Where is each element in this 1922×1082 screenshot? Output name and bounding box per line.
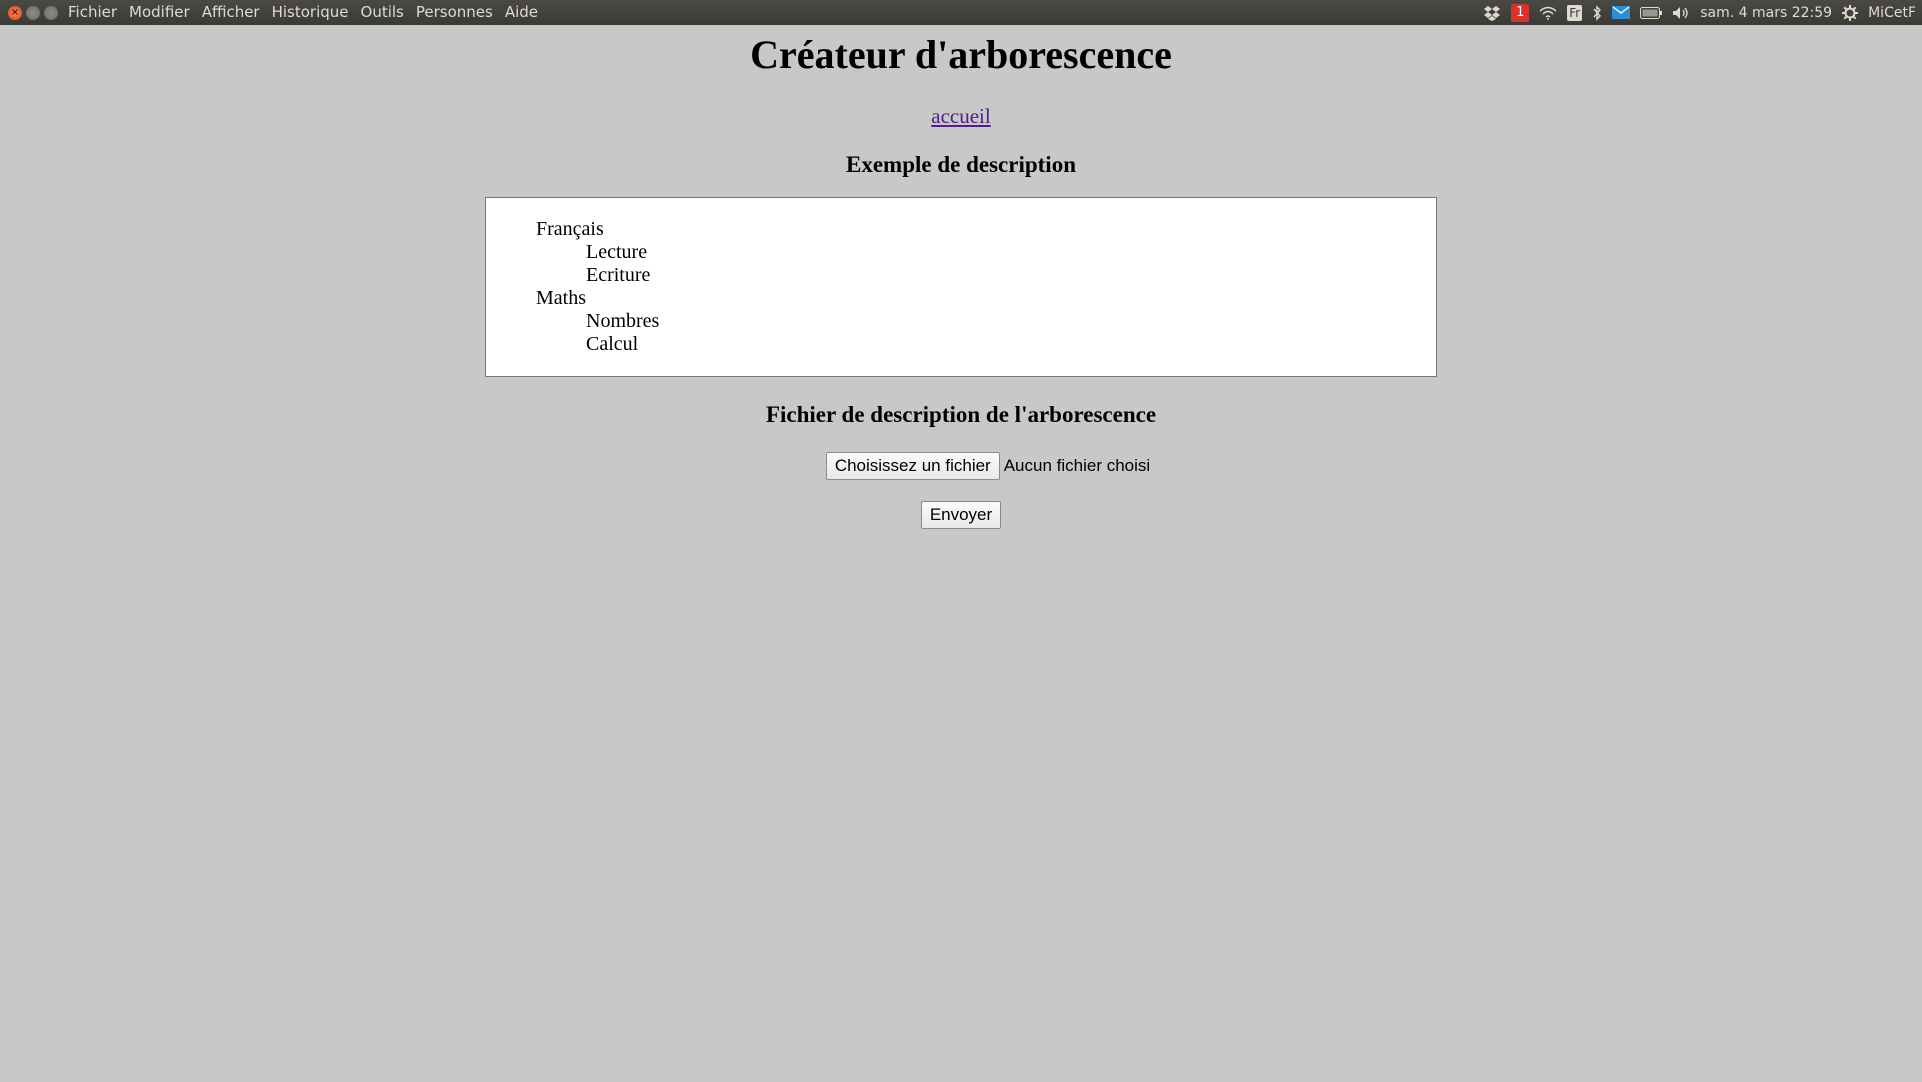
tree-item: Français bbox=[536, 218, 604, 240]
window-controls: × bbox=[0, 5, 62, 20]
clock[interactable]: sam. 4 mars 22:59 bbox=[1700, 5, 1832, 21]
submit-button[interactable]: Envoyer bbox=[920, 501, 1002, 529]
tree-item: Lecture bbox=[586, 241, 648, 263]
tree-item: Maths bbox=[536, 287, 586, 309]
choose-file-button[interactable]: Choisissez un fichier bbox=[825, 452, 1000, 480]
example-description-box: Français Lecture Ecriture Maths Nombres … bbox=[485, 197, 1437, 377]
mail-icon[interactable] bbox=[1612, 4, 1631, 22]
system-tray: 1 Fr sam. 4 mars 22:59 MiCetF bbox=[1483, 0, 1922, 25]
example-heading: Exemple de description bbox=[846, 152, 1076, 177]
wifi-icon[interactable] bbox=[1539, 4, 1557, 22]
menu-aide[interactable]: Aide bbox=[499, 0, 544, 25]
page-content: Créateur d'arborescence accueil Exemple … bbox=[0, 25, 1922, 529]
file-section-heading: Fichier de description de l'arborescence bbox=[765, 402, 1157, 427]
minimize-window-button[interactable] bbox=[26, 5, 40, 20]
page-title: Créateur d'arborescence bbox=[750, 32, 1172, 77]
battery-icon[interactable] bbox=[1640, 4, 1663, 22]
dropbox-icon[interactable] bbox=[1483, 4, 1501, 22]
menu-personnes[interactable]: Personnes bbox=[410, 0, 499, 25]
home-link[interactable]: accueil bbox=[931, 103, 990, 129]
file-input: Choisissez un fichier Aucun fichier choi… bbox=[0, 452, 1922, 480]
close-window-button[interactable]: × bbox=[8, 5, 22, 20]
volume-icon[interactable] bbox=[1672, 4, 1690, 22]
maximize-window-button[interactable] bbox=[44, 5, 58, 20]
tree-item: Calcul bbox=[586, 333, 639, 355]
app-menu: Fichier Modifier Afficher Historique Out… bbox=[62, 0, 544, 25]
file-status-text: Aucun fichier choisi bbox=[1003, 456, 1151, 475]
menu-modifier[interactable]: Modifier bbox=[123, 0, 196, 25]
menu-afficher[interactable]: Afficher bbox=[196, 0, 266, 25]
tree-item: Ecriture bbox=[586, 264, 651, 286]
bluetooth-icon[interactable] bbox=[1592, 4, 1602, 22]
menu-fichier[interactable]: Fichier bbox=[62, 0, 123, 25]
menu-historique[interactable]: Historique bbox=[266, 0, 355, 25]
submit-row: Envoyer bbox=[0, 501, 1922, 529]
user-name[interactable]: MiCetF bbox=[1868, 5, 1916, 21]
notification-badge[interactable]: 1 bbox=[1511, 3, 1530, 22]
keyboard-layout-indicator[interactable]: Fr bbox=[1567, 4, 1583, 21]
tree-item: Nombres bbox=[586, 310, 660, 332]
gear-icon[interactable] bbox=[1842, 4, 1859, 22]
top-menu-bar: × Fichier Modifier Afficher Historique O… bbox=[0, 0, 1922, 25]
menu-outils[interactable]: Outils bbox=[355, 0, 410, 25]
